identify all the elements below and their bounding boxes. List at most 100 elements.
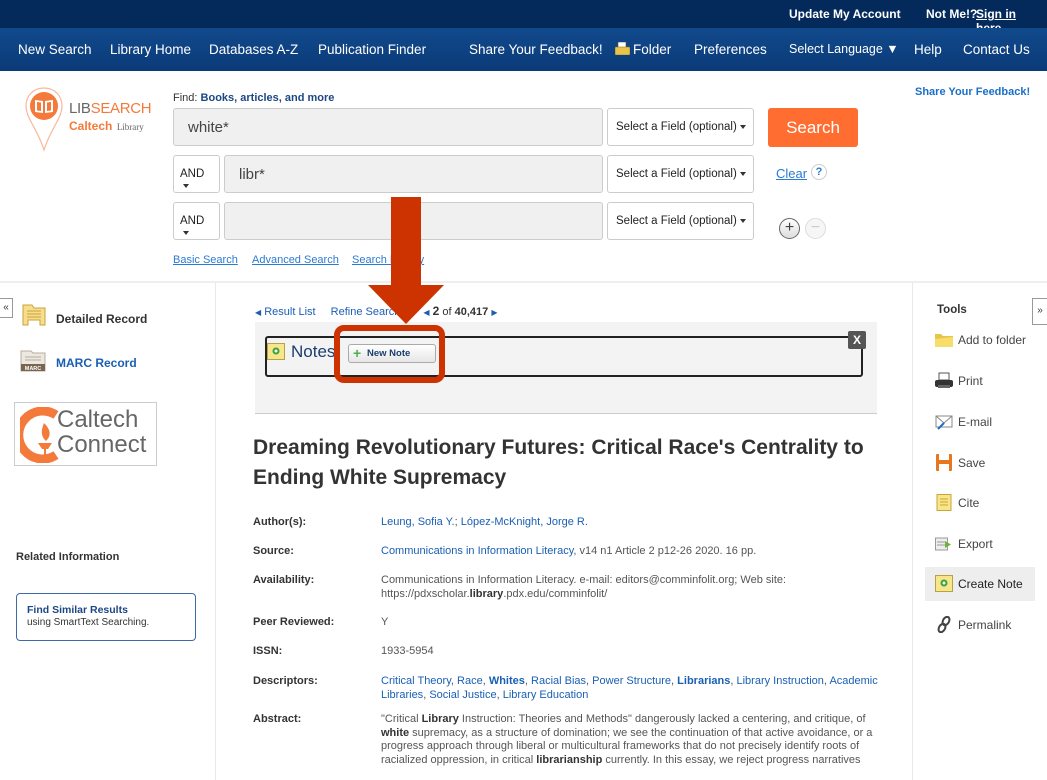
search-input-2[interactable]: libr* (224, 155, 603, 193)
tool-export[interactable]: Export (925, 527, 1035, 561)
add-row-button[interactable]: + (779, 218, 800, 239)
caret-down-icon (183, 230, 189, 235)
find-similar-results-button[interactable]: Find Similar Results using SmartText Sea… (16, 593, 196, 641)
triangle-left-icon: ◀ (255, 308, 262, 317)
descriptor-link[interactable]: Library Education (503, 689, 589, 701)
field-select-3[interactable]: Select a Field (optional) (607, 202, 754, 240)
notes-title: Notes (291, 342, 336, 361)
descriptors-value: Critical Theory, Race, Whites, Racial Bi… (381, 675, 881, 702)
abstract-label: Abstract: (253, 713, 302, 725)
share-feedback-link[interactable]: Share Your Feedback! (915, 86, 1030, 98)
descriptor-link[interactable]: Library Instruction (736, 675, 823, 687)
nav-new-search[interactable]: New Search (18, 42, 92, 57)
tool-label: Create Note (958, 577, 1023, 591)
result-list-link[interactable]: ◀ Result List (255, 306, 316, 318)
descriptors-label: Descriptors: (253, 675, 318, 687)
nav-preferences[interactable]: Preferences (694, 42, 767, 57)
clear-link[interactable]: Clear (776, 166, 807, 181)
descriptor-link[interactable]: Power Structure (592, 675, 671, 687)
search-button[interactable]: Search (768, 108, 858, 147)
tool-email[interactable]: E-mail (925, 405, 1035, 439)
availability-url: https://pdxscholar.library.pdx.edu/commi… (381, 588, 886, 602)
caltech-flame-icon (20, 407, 59, 463)
descriptor-link[interactable]: Social Justice (429, 689, 496, 701)
source-value: Communications in Information Literacy, … (381, 545, 886, 559)
nav-share-feedback[interactable]: Share Your Feedback! (469, 42, 603, 57)
find-prefix: Find: (173, 92, 198, 104)
nav-help[interactable]: Help (914, 42, 942, 57)
search-term-highlight: white (381, 726, 410, 739)
url-part: .pdx.edu/comminfolit/ (503, 587, 608, 600)
annotation-arrow (368, 197, 444, 324)
related-information-heading: Related Information (16, 551, 120, 563)
field-select-1[interactable]: Select a Field (optional) (607, 108, 754, 146)
close-notes-button[interactable]: X (848, 331, 866, 349)
field-select-2[interactable]: Select a Field (optional) (607, 155, 754, 193)
nav-folder[interactable]: Folder (614, 41, 671, 57)
marc-badge: MARC (25, 366, 42, 372)
main-nav: New Search Library Home Databases A-Z Pu… (0, 28, 1047, 71)
connect-line-1: Caltech (57, 406, 139, 433)
tool-save[interactable]: Save (925, 446, 1035, 480)
nav-contact-us[interactable]: Contact Us (963, 42, 1030, 57)
tool-label: E-mail (958, 415, 993, 429)
update-account-link[interactable]: Update My Account (789, 7, 901, 21)
marc-record-icon: MARC (20, 350, 46, 372)
descriptor-link[interactable]: Race (457, 675, 483, 687)
source-label: Source: (253, 545, 294, 557)
caret-down-icon (183, 183, 189, 188)
header-divider (0, 281, 1047, 283)
detailed-record-link[interactable]: Detailed Record (56, 312, 147, 326)
author-link[interactable]: López-McKnight, Jorge R. (461, 516, 588, 528)
source-details: , v14 n1 Article 2 p12-26 2020. 16 pp. (573, 545, 757, 557)
email-icon (935, 415, 953, 430)
nav-library-home[interactable]: Library Home (110, 42, 191, 57)
remove-row-button[interactable]: − (805, 218, 826, 239)
marc-record-link[interactable]: MARC Record (56, 356, 137, 370)
tool-print[interactable]: Print (925, 364, 1035, 398)
url-highlight: library (469, 587, 504, 600)
caltech-connect-logo[interactable]: Caltech Connect (14, 402, 157, 466)
expand-right-button[interactable]: » (1032, 298, 1047, 325)
export-icon (935, 537, 951, 551)
search-input-1[interactable]: white* (173, 108, 603, 146)
availability-label: Availability: (253, 574, 315, 586)
author-link[interactable]: Leung, Sofia Y. (381, 516, 455, 528)
bool-select-3-label: AND (180, 215, 205, 227)
advanced-search-link[interactable]: Advanced Search (252, 254, 339, 266)
libsearch-logo[interactable]: LIBSEARCH Caltech Library (24, 86, 154, 152)
nav-select-language[interactable]: Select Language ▼ (789, 42, 899, 56)
nav-publication-finder[interactable]: Publication Finder (318, 42, 426, 57)
descriptor-link[interactable]: Librarians (677, 675, 730, 687)
top-account-bar: Update My Account Not Me!? Sign in here. (0, 0, 1047, 35)
collapse-left-button[interactable]: « (0, 298, 13, 318)
next-record-icon[interactable]: ▶ (491, 306, 497, 318)
tool-label: Print (958, 374, 983, 388)
bool-select-3[interactable]: AND (173, 202, 220, 240)
tool-add-to-folder[interactable]: Add to folder (925, 323, 1035, 357)
result-list-label: Result List (264, 306, 316, 318)
left-column-border (215, 283, 216, 780)
authors-value: Leung, Sofia Y.; López-McKnight, Jorge R… (381, 516, 588, 528)
field-select-3-label: Select a Field (optional) (616, 215, 737, 227)
logo-library: Library (116, 122, 144, 132)
descriptor-link[interactable]: Racial Bias (531, 675, 586, 687)
bool-select-2[interactable]: AND (173, 155, 220, 193)
tool-create-note[interactable]: Create Note (925, 567, 1035, 601)
descriptor-link[interactable]: Critical Theory (381, 675, 451, 687)
create-note-icon (935, 575, 953, 592)
availability-value: Communications in Information Literacy. … (381, 574, 886, 601)
abstract-line: "Critical Library Instruction: Theories … (381, 713, 866, 725)
right-column-border (912, 283, 913, 780)
search-term-highlight: librarianship (536, 753, 603, 766)
nav-databases-az[interactable]: Databases A-Z (209, 42, 298, 57)
save-disk-icon (936, 454, 952, 471)
find-similar-title: Find Similar Results (27, 604, 128, 616)
basic-search-link[interactable]: Basic Search (173, 254, 238, 266)
record-total: 40,417 (454, 306, 489, 318)
descriptor-link[interactable]: Whites (489, 675, 525, 687)
tool-permalink[interactable]: Permalink (925, 608, 1035, 642)
help-icon[interactable]: ? (811, 164, 827, 180)
tool-cite[interactable]: Cite (925, 486, 1035, 520)
source-link[interactable]: Communications in Information Literacy (381, 545, 573, 557)
